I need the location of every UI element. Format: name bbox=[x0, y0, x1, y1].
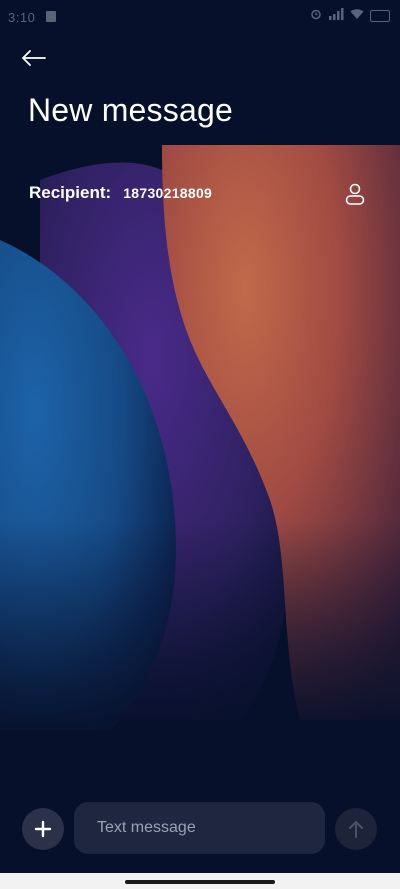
arrow-left-icon bbox=[22, 50, 46, 66]
new-message-screen: 3:10 New message Recipient: 18730218809 bbox=[0, 0, 400, 889]
send-button[interactable] bbox=[335, 808, 377, 850]
signal-icon bbox=[328, 8, 344, 23]
status-bar: 3:10 bbox=[0, 0, 400, 36]
plus-icon bbox=[34, 820, 52, 838]
recipient-label: Recipient: bbox=[29, 183, 112, 202]
message-input[interactable] bbox=[74, 802, 325, 854]
status-icons bbox=[310, 8, 390, 23]
wifi-icon bbox=[350, 8, 364, 23]
add-attachment-button[interactable] bbox=[22, 808, 64, 850]
navigation-bar bbox=[0, 873, 400, 889]
person-icon bbox=[345, 183, 365, 205]
arrow-up-icon bbox=[349, 821, 363, 838]
back-button[interactable] bbox=[16, 42, 52, 74]
status-time: 3:10 bbox=[8, 10, 36, 25]
alarm-icon bbox=[310, 8, 322, 23]
message-composer bbox=[0, 800, 400, 856]
notification-icon bbox=[46, 11, 56, 22]
recipient-row[interactable]: Recipient: 18730218809 bbox=[29, 176, 374, 210]
recipient-number[interactable]: 18730218809 bbox=[123, 185, 212, 201]
select-contact-button[interactable] bbox=[340, 179, 370, 209]
wallpaper-background bbox=[0, 0, 400, 889]
battery-icon bbox=[370, 9, 390, 22]
page-title: New message bbox=[28, 92, 233, 128]
home-indicator[interactable] bbox=[125, 880, 275, 884]
